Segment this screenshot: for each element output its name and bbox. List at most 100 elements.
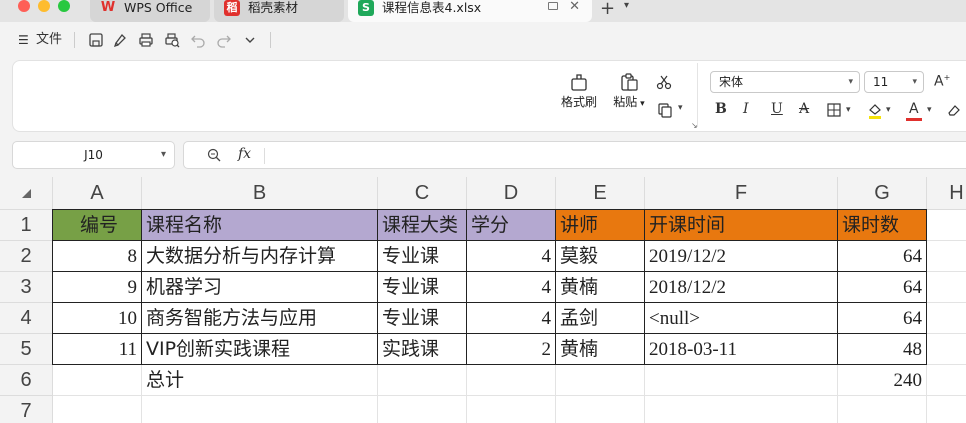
table-cell[interactable]: 4 <box>467 272 556 303</box>
table-cell[interactable]: 48 <box>838 334 927 365</box>
increase-font-icon[interactable]: A+ <box>934 73 950 90</box>
table-cell[interactable]: 黄楠 <box>556 272 645 303</box>
table-cell[interactable] <box>142 396 378 423</box>
table-cell[interactable] <box>378 396 467 423</box>
column-header[interactable]: B <box>142 177 378 210</box>
table-cell[interactable] <box>645 396 838 423</box>
table-cell[interactable]: 64 <box>838 303 927 334</box>
chevron-down-icon[interactable]: ▾ <box>846 105 851 115</box>
row-header[interactable]: 2 <box>0 241 53 272</box>
table-cell[interactable]: <null> <box>645 303 838 334</box>
undo-icon[interactable] <box>188 30 208 50</box>
header-cell[interactable]: 开课时间 <box>645 210 838 241</box>
table-cell[interactable]: VIP创新实践课程 <box>142 334 378 365</box>
table-cell[interactable] <box>927 334 966 365</box>
chevron-down-icon[interactable]: ▾ <box>927 105 932 115</box>
tab-spreadsheet-file[interactable]: S 课程信息表4.xlsx ✕ <box>348 0 592 22</box>
table-cell[interactable] <box>927 272 966 303</box>
dialog-launcher-icon[interactable]: ↘ <box>691 121 698 130</box>
table-cell[interactable] <box>645 365 838 396</box>
table-cell[interactable] <box>927 303 966 334</box>
paste-button[interactable]: 粘贴 ▾ <box>609 71 649 110</box>
column-header[interactable]: E <box>556 177 645 210</box>
row-header[interactable]: 6 <box>0 365 53 396</box>
table-cell[interactable] <box>53 365 142 396</box>
print-icon[interactable] <box>136 30 156 50</box>
table-cell[interactable] <box>927 365 966 396</box>
close-window-button[interactable] <box>18 0 30 12</box>
zoom-icon[interactable] <box>206 147 222 163</box>
italic-icon[interactable]: I <box>743 101 749 117</box>
window-mode-icon[interactable] <box>548 2 558 10</box>
select-all-corner[interactable] <box>0 177 53 210</box>
table-cell[interactable]: 专业课 <box>378 303 467 334</box>
header-cell[interactable]: 讲师 <box>556 210 645 241</box>
table-cell[interactable]: 专业课 <box>378 272 467 303</box>
table-cell[interactable]: 黄楠 <box>556 334 645 365</box>
column-header[interactable]: G <box>838 177 927 210</box>
file-menu[interactable]: 文件 <box>36 30 62 50</box>
table-cell[interactable]: 2018/12/2 <box>645 272 838 303</box>
tab-daoke-materials[interactable]: 稻 稻壳素材 <box>214 0 344 22</box>
table-cell[interactable] <box>556 396 645 423</box>
table-cell[interactable] <box>927 396 966 423</box>
copy-icon[interactable] <box>656 101 674 119</box>
menu-icon[interactable]: ☰ <box>18 30 29 50</box>
row-header[interactable]: 4 <box>0 303 53 334</box>
header-cell[interactable]: 课程大类 <box>378 210 467 241</box>
total-label-cell[interactable]: 总计 <box>142 365 378 396</box>
table-cell[interactable]: 8 <box>53 241 142 272</box>
table-cell[interactable]: 莫毅 <box>556 241 645 272</box>
table-cell[interactable] <box>838 396 927 423</box>
table-cell[interactable] <box>927 241 966 272</box>
table-cell[interactable]: 商务智能方法与应用 <box>142 303 378 334</box>
name-box[interactable]: J10 ▾ <box>12 141 175 169</box>
chevron-down-icon[interactable]: ▾ <box>678 103 683 113</box>
table-cell[interactable]: 实践课 <box>378 334 467 365</box>
table-cell[interactable]: 64 <box>838 241 927 272</box>
print-preview-icon[interactable] <box>162 30 182 50</box>
cut-icon[interactable] <box>655 73 673 91</box>
row-header[interactable]: 3 <box>0 272 53 303</box>
table-cell[interactable]: 11 <box>53 334 142 365</box>
table-cell[interactable]: 10 <box>53 303 142 334</box>
table-cell[interactable] <box>556 365 645 396</box>
format-brush-icon[interactable] <box>111 30 131 50</box>
spreadsheet-grid[interactable]: A B C D E F G H 1 2 3 4 5 6 7 编号 课程名称 课程大类 学分 讲师 开课时间 课时数 8 大数据… <box>0 177 966 423</box>
formula-bar[interactable]: fx <box>183 141 966 169</box>
row-header[interactable]: 1 <box>0 210 53 241</box>
table-cell[interactable]: 4 <box>467 241 556 272</box>
function-icon[interactable]: fx <box>238 146 251 162</box>
table-cell[interactable] <box>467 396 556 423</box>
column-header[interactable]: C <box>378 177 467 210</box>
format-painter-button[interactable]: 格式刷 <box>557 71 601 110</box>
row-header[interactable]: 7 <box>0 396 53 423</box>
zoom-window-button[interactable] <box>58 0 70 12</box>
table-cell[interactable]: 9 <box>53 272 142 303</box>
font-name-select[interactable]: 宋体 ▾ <box>710 71 860 93</box>
redo-icon[interactable] <box>214 30 234 50</box>
column-header[interactable]: D <box>467 177 556 210</box>
strikethrough-icon[interactable]: A <box>799 101 809 117</box>
eraser-icon[interactable] <box>946 102 962 118</box>
chevron-down-icon[interactable]: ▾ <box>886 105 891 115</box>
tab-wps-office[interactable]: W WPS Office <box>90 0 210 22</box>
total-value-cell[interactable]: 240 <box>838 365 927 396</box>
column-header[interactable]: A <box>53 177 142 210</box>
header-cell[interactable]: 课时数 <box>838 210 927 241</box>
table-cell[interactable]: 2019/12/2 <box>645 241 838 272</box>
table-cell[interactable]: 机器学习 <box>142 272 378 303</box>
font-color-icon[interactable]: A <box>909 101 919 117</box>
column-header[interactable]: H <box>927 177 966 210</box>
table-cell[interactable]: 专业课 <box>378 241 467 272</box>
table-cell[interactable] <box>467 365 556 396</box>
chevron-down-icon[interactable] <box>240 30 260 50</box>
bold-icon[interactable]: B <box>715 101 727 117</box>
table-cell[interactable]: 大数据分析与内存计算 <box>142 241 378 272</box>
minimize-window-button[interactable] <box>38 0 50 12</box>
table-cell[interactable]: 孟剑 <box>556 303 645 334</box>
table-cell[interactable] <box>927 210 966 241</box>
fill-color-icon[interactable] <box>866 101 884 119</box>
tab-list-chevron-icon[interactable]: ▾ <box>624 0 629 11</box>
table-cell[interactable]: 64 <box>838 272 927 303</box>
